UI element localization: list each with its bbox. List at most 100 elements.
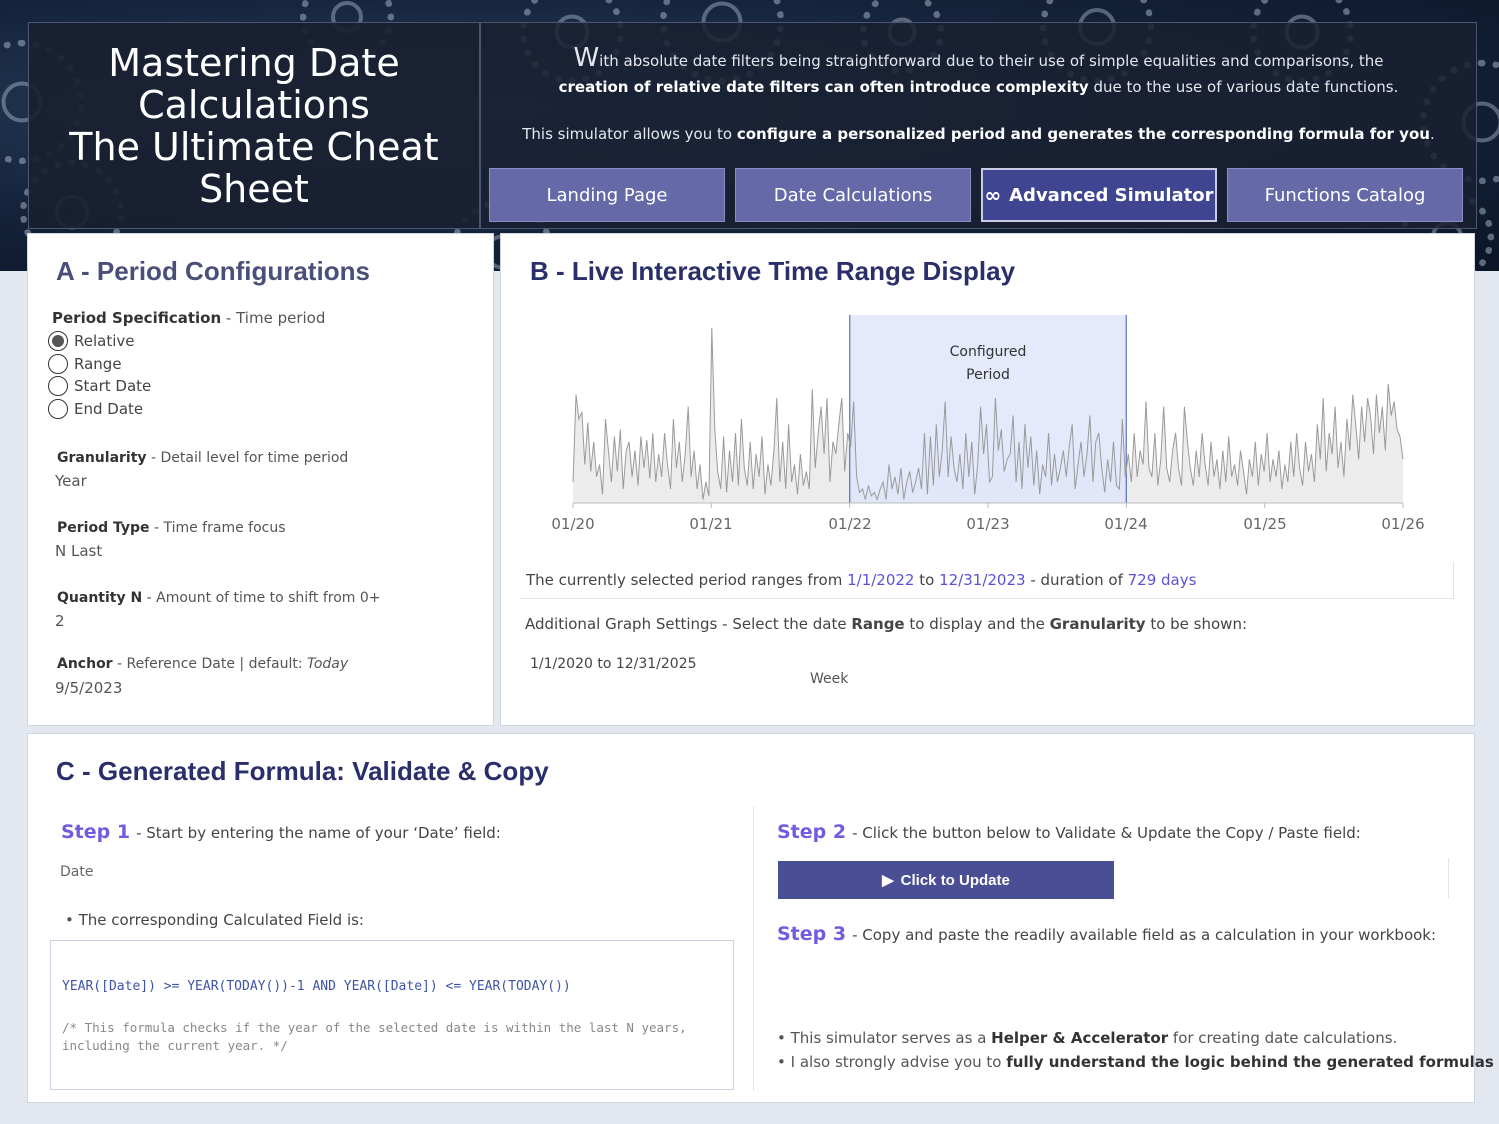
advice-bullet: • I also strongly advise you to fully un… [777,1053,1494,1071]
x-tick-label: 01/20 [551,515,595,533]
click-to-update-button[interactable]: ▶ Click to Update [778,861,1114,899]
infinity-icon: ∞ [984,183,1002,207]
quantity-value[interactable]: 2 [55,612,65,630]
intro-line-1: ith absolute date filters being straight… [599,52,1384,70]
settings-end: to be shown: [1145,615,1248,633]
highlight-label-line-1: Configured [950,344,1027,360]
panel-period-configurations: A - Period Configurations Period Specifi… [27,233,494,726]
period-type-value[interactable]: N Last [55,542,102,560]
bullet2-start: I also strongly advise you to [790,1053,1007,1071]
play-icon: ▶ [882,872,894,889]
radio-label: End Date [74,400,144,418]
x-tick-label: 01/25 [1243,515,1287,533]
radio-button[interactable] [48,376,68,396]
formula-box[interactable]: YEAR([Date]) >= YEAR(TODAY())-1 AND YEAR… [50,940,734,1090]
step-1-heading: Step 1 - Start by entering the name of yo… [61,821,501,843]
nav-label: Advanced Simulator [1009,184,1214,206]
intro-p2-end: . [1429,125,1435,143]
time-range-chart: Configured Period [572,315,1404,508]
update-button-label: Click to Update [900,871,1010,889]
header-banner: Mastering Date Calculations The Ultimate… [0,0,1499,271]
duration-value: 729 days [1127,571,1197,589]
bullet-icon: • [777,1053,786,1071]
date-field-input[interactable]: Date [60,864,93,880]
selected-prefix: The currently selected period ranges fro… [526,571,848,589]
column-divider [753,806,754,1091]
intro-p2-start: This simulator allows you to [522,125,737,143]
nav-advanced-simulator[interactable]: ∞ Advanced Simulator [981,168,1217,222]
intro-bold-phrase: creation of relative date filters can of… [558,78,1089,96]
nav-functions-catalog[interactable]: Functions Catalog [1227,168,1463,222]
radio-start-date[interactable]: Start Date [48,376,151,396]
x-tick-label: 01/23 [966,515,1010,533]
settings-range-word: Range [851,615,905,633]
x-tick-label: 01/21 [689,515,733,533]
step-1-number: Step 1 [61,821,131,843]
bullet2-bold: fully understand the logic behind the ge… [1006,1053,1494,1071]
panel-c-title: C - Generated Formula: Validate & Copy [56,756,549,786]
anchor-default: Today [307,656,349,672]
anchor-name: Anchor [57,656,113,672]
nav-date-calculations[interactable]: Date Calculations [735,168,971,222]
step-2-number: Step 2 [777,821,847,843]
radio-button[interactable] [48,399,68,419]
step-2-text: - Click the button below to Validate & U… [852,824,1361,842]
page-title: Mastering Date Calculations The Ultimate… [69,40,439,211]
period-spec-label: Period Specification - Time period [52,309,325,327]
radio-range[interactable]: Range [48,354,122,374]
selected-start-date: 1/1/2022 [847,571,915,589]
radio-button[interactable] [48,354,68,374]
quantity-label: Quantity N - Amount of time to shift fro… [57,590,380,606]
settings-gran-word: Granularity [1049,615,1146,633]
anchor-label: Anchor - Reference Date | default: Today [57,656,348,672]
title-box: Mastering Date Calculations The Ultimate… [28,22,480,229]
calc-field-label: The corresponding Calculated Field is: [78,911,364,929]
radio-end-date[interactable]: End Date [48,399,143,419]
graph-granularity-selector[interactable]: Week [810,671,848,687]
bullet1-end: for creating date calculations. [1168,1029,1398,1047]
period-type-desc: - Time frame focus [149,520,286,536]
intro-p2-bold: configure a personalized period and gene… [736,125,1430,143]
highlight-label-line-2: Period [966,367,1010,383]
helper-bullet: • This simulator serves as a Helper & Ac… [777,1029,1397,1047]
bullet-icon: • [65,911,74,929]
settings-prefix: Additional Graph Settings - Select the d… [525,615,852,633]
step-2-box-edge [1448,858,1449,898]
radio-label: Relative [74,332,135,350]
selected-period-text: The currently selected period ranges fro… [526,571,1196,589]
selected-end-date: 12/31/2023 [939,571,1026,589]
bullet1-start: This simulator serves as a [790,1029,992,1047]
granularity-name: Granularity [57,450,147,466]
step-1-text: - Start by entering the name of your ‘Da… [136,824,501,842]
nav-label: Landing Page [546,184,668,206]
nav-label: Functions Catalog [1264,184,1426,206]
period-spec-desc: - Time period [221,309,326,327]
radio-label: Start Date [74,377,152,395]
intro-drop-letter: W [573,43,600,73]
panel-b-title: B - Live Interactive Time Range Display [530,256,1016,286]
anchor-value[interactable]: 9/5/2023 [55,679,122,697]
quantity-name: Quantity N [57,590,143,606]
granularity-desc: - Detail level for time period [146,450,349,466]
intro-paragraph-2: This simulator allows you to configure a… [481,125,1476,143]
calc-field-bullet: • The corresponding Calculated Field is: [65,911,364,929]
step-3-heading: Step 3 - Copy and paste the readily avail… [777,923,1436,945]
radio-button-selected[interactable] [48,331,68,351]
graph-range-selector[interactable]: 1/1/2020 to 12/31/2025 [530,656,697,672]
step-3-number: Step 3 [777,923,847,945]
anchor-desc: - Reference Date | default: [112,656,308,672]
selected-to: to [914,571,940,589]
formula-code: YEAR([Date]) >= YEAR(TODAY())-1 AND YEAR… [62,979,571,994]
radio-label: Range [74,355,122,373]
bullet1-bold: Helper & Accelerator [991,1029,1169,1047]
graph-settings-text: Additional Graph Settings - Select the d… [525,615,1247,633]
nav-landing-page[interactable]: Landing Page [489,168,725,222]
granularity-value[interactable]: Year [55,472,87,490]
period-spec-name: Period Specification [52,309,222,327]
granularity-label: Granularity - Detail level for time peri… [57,450,348,466]
radio-relative[interactable]: Relative [48,331,135,351]
step-2-heading: Step 2 - Click the button below to Valida… [777,821,1361,843]
x-tick-label: 01/24 [1104,515,1148,533]
settings-mid: to display and the [904,615,1050,633]
intro-line-2: due to the use of various date functions… [1088,78,1399,96]
